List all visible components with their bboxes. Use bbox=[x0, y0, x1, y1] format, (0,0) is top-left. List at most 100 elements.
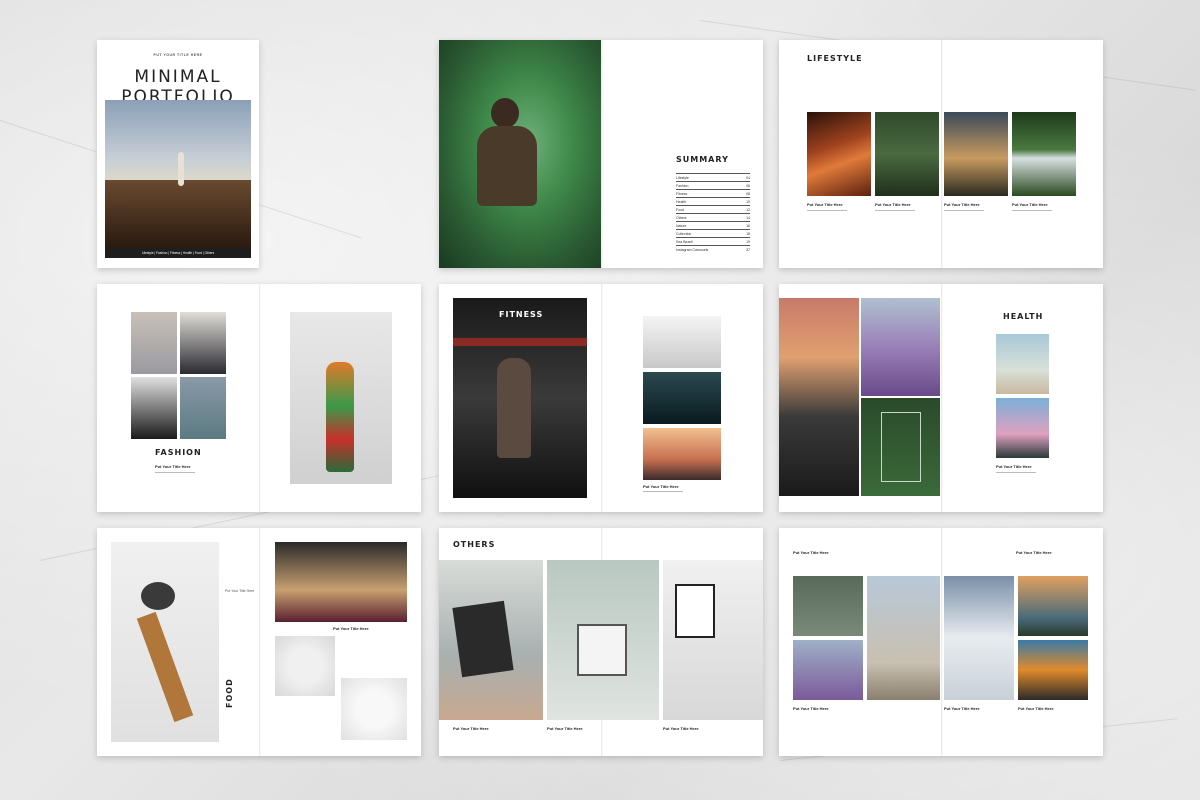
coastal-sunset-photo bbox=[1018, 576, 1088, 636]
fashion-dress-photo bbox=[290, 312, 392, 484]
weekend-board-photo bbox=[547, 560, 659, 720]
caption-text-line bbox=[155, 472, 195, 473]
caption-title: Put Your Title Here bbox=[944, 706, 980, 711]
barbell-photo bbox=[643, 372, 721, 424]
caption-text-line bbox=[996, 472, 1036, 473]
photo-head bbox=[491, 98, 519, 128]
food-spread: Put Your Title Here FOOD Put Your Title … bbox=[97, 528, 421, 756]
caption-title: Put Your Title Here bbox=[793, 550, 829, 555]
court-lines bbox=[881, 412, 921, 482]
fruit-bowl-photo bbox=[275, 636, 335, 696]
cuddle-day-photo bbox=[793, 576, 863, 636]
fashion-spread: FASHION Put Your Title Here bbox=[97, 284, 421, 512]
lifestyle-spread: LIFESTYLE Put Your Title Here Put Your T… bbox=[779, 40, 1103, 268]
toc-row[interactable]: Fashion 06 bbox=[676, 181, 750, 189]
cover-photo-rock bbox=[105, 180, 251, 248]
toc-row[interactable]: Sea Beach 19 bbox=[676, 237, 750, 245]
fashion-title: FASHION bbox=[155, 448, 202, 457]
caption-text-line bbox=[1012, 210, 1052, 211]
others-spread: OTHERS Put Your Title Here Put Your Titl… bbox=[439, 528, 763, 756]
forest-bridge-photo bbox=[875, 112, 939, 196]
cover-page: PUT YOUR TITLE HERE MINIMAL PORTFOLIO Li… bbox=[97, 40, 259, 268]
fitness-spread: FITNESS Put Your Title Here bbox=[439, 284, 763, 512]
wooden-tray bbox=[136, 611, 194, 723]
caption-text-line bbox=[944, 210, 984, 211]
caption-title: Put Your Title Here bbox=[996, 464, 1032, 469]
caption-title: Put Your Title Here bbox=[663, 726, 699, 731]
lifestyle-title: LIFESTYLE bbox=[807, 54, 863, 63]
summary-spread: SUMMARY Lifestyle 04 Fashion 06 Fitness 08 … bbox=[439, 40, 763, 268]
fitness-title: FITNESS bbox=[499, 310, 544, 319]
mountain-sunset-photo bbox=[779, 298, 859, 496]
lavender-field-photo bbox=[861, 298, 940, 396]
fire-flare-photo bbox=[1018, 640, 1088, 700]
get-done-desk-photo bbox=[663, 560, 763, 720]
caption-title: Put Your Title Here bbox=[793, 706, 829, 711]
beach-driftwood-photo bbox=[996, 334, 1049, 394]
poster-frame bbox=[675, 584, 715, 638]
caption-title: Put Your Title Here bbox=[333, 626, 369, 631]
toc-row[interactable]: Instagram Carousels 37 bbox=[676, 245, 750, 253]
caption-title: Put Your Title Here bbox=[807, 202, 843, 207]
caption-title: Put Your Title Here bbox=[453, 726, 489, 731]
caption-title: Put Your Title Here bbox=[875, 202, 911, 207]
gym-red-stripe bbox=[453, 338, 587, 346]
fashion-photo-2 bbox=[180, 312, 226, 374]
caption-text-line bbox=[643, 491, 683, 492]
caption-text-line bbox=[875, 210, 915, 211]
spread-fold bbox=[259, 284, 261, 512]
summary-toc: Lifestyle 04 Fashion 06 Fitness 08 Health 10… bbox=[676, 173, 750, 257]
smoke-portrait-photo bbox=[439, 40, 601, 268]
pushup-photo bbox=[643, 316, 721, 368]
caption-title: Put Your Title Here bbox=[547, 726, 583, 731]
fearless-frame bbox=[452, 600, 514, 678]
caption-title: Put Your Title Here bbox=[1018, 706, 1054, 711]
toc-row[interactable]: Nature 16 bbox=[676, 221, 750, 229]
fashion-photo-3 bbox=[131, 377, 177, 439]
athlete-figure bbox=[497, 358, 531, 458]
palm-trees-photo bbox=[996, 398, 1049, 458]
caption-title: Put Your Title Here bbox=[1012, 202, 1048, 207]
tea-set-photo bbox=[111, 542, 219, 742]
sunset-tree-photo bbox=[944, 112, 1008, 196]
canyon-photo bbox=[807, 112, 871, 196]
tower-photo bbox=[867, 576, 940, 700]
photo-body bbox=[477, 126, 537, 206]
fashion-photo-4 bbox=[180, 377, 226, 439]
toc-row[interactable]: Food 12 bbox=[676, 205, 750, 213]
toc-row[interactable]: Others 14 bbox=[676, 213, 750, 221]
basketball-court-photo bbox=[861, 398, 940, 496]
spread-fold bbox=[259, 528, 261, 756]
gym-photo bbox=[453, 298, 587, 498]
toc-row[interactable]: Lifestyle 04 bbox=[676, 173, 750, 181]
cover-kicker: PUT YOUR TITLE HERE bbox=[153, 53, 203, 57]
spread-fold bbox=[941, 528, 943, 756]
dress-figure bbox=[326, 362, 354, 472]
summary-title: SUMMARY bbox=[676, 155, 729, 164]
caption-title: Put Your Title Here bbox=[643, 484, 679, 489]
spread-fold bbox=[601, 284, 603, 512]
toc-row[interactable]: Health 10 bbox=[676, 197, 750, 205]
collection-spread: Put Your Title Here Put Your Title Here … bbox=[779, 528, 1103, 756]
toc-row[interactable]: Collection 18 bbox=[676, 229, 750, 237]
cover-footer: Lifestyle | Fashion | Fitness | Health |… bbox=[141, 251, 215, 255]
caption-text-line bbox=[807, 210, 847, 211]
plated-dish-photo bbox=[341, 678, 407, 740]
lavender-photo bbox=[793, 640, 863, 700]
teapot bbox=[141, 582, 175, 610]
be-fearless-photo bbox=[439, 560, 543, 720]
waterfall-photo bbox=[1012, 112, 1076, 196]
spread-fold bbox=[601, 40, 603, 268]
cover-photo-figure bbox=[178, 152, 184, 186]
spread-fold bbox=[941, 284, 943, 512]
others-title: OTHERS bbox=[453, 540, 496, 549]
health-title: HEALTH bbox=[1003, 312, 1044, 321]
caption-title: Put Your Title Here bbox=[155, 464, 191, 469]
toast-photo bbox=[275, 542, 407, 622]
toc-row[interactable]: Fitness 08 bbox=[676, 189, 750, 197]
spread-fold bbox=[941, 40, 943, 268]
caption-title: Put Your Title Here bbox=[1016, 550, 1052, 555]
cover-title-line1: MINIMAL bbox=[134, 67, 222, 87]
health-spread: HEALTH Put Your Title Here bbox=[779, 284, 1103, 512]
food-title: FOOD bbox=[225, 678, 234, 708]
